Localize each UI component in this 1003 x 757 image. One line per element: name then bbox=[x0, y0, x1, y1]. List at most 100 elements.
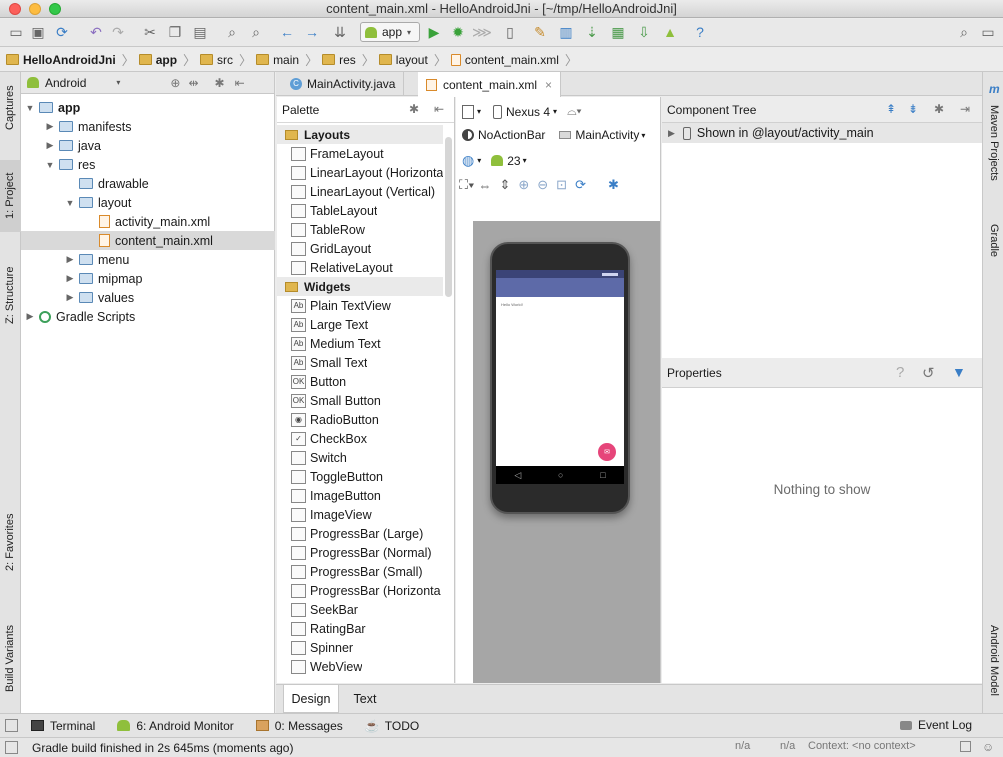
palette-item[interactable]: LinearLayout (Horizonta bbox=[277, 163, 443, 182]
component-tree-root[interactable]: ▶ Shown in @layout/activity_main bbox=[662, 123, 982, 143]
api-level-selector[interactable]: 23 bbox=[507, 154, 520, 168]
device-monitor-icon[interactable]: ▦ bbox=[608, 22, 628, 42]
breadcrumb-item[interactable]: res 〉 bbox=[322, 50, 375, 69]
palette-item[interactable]: WebView bbox=[277, 657, 443, 676]
tool-terminal[interactable]: Terminal bbox=[31, 719, 95, 733]
gear-icon[interactable]: ✱ bbox=[215, 76, 225, 90]
collapsed-arrow-icon[interactable]: ▶ bbox=[45, 140, 55, 151]
zoom-in-icon[interactable]: ⊕ bbox=[518, 177, 529, 193]
forward-icon[interactable]: → bbox=[302, 22, 322, 42]
theme-selector[interactable]: NoActionBar bbox=[478, 128, 545, 142]
locale-globe-icon[interactable]: ◍ bbox=[462, 152, 474, 169]
tool-window-captures[interactable]: Captures bbox=[0, 75, 21, 141]
tree-item[interactable]: ▼ res bbox=[21, 155, 275, 174]
tab-text[interactable]: Text bbox=[342, 685, 388, 713]
sdk-icon[interactable]: ▯ bbox=[500, 22, 520, 42]
palette-item[interactable]: ProgressBar (Large) bbox=[277, 524, 443, 543]
expanded-arrow-icon[interactable]: ▼ bbox=[25, 103, 35, 113]
save-icon[interactable]: ▣ bbox=[28, 22, 48, 42]
tree-item[interactable]: ▶ values bbox=[21, 288, 275, 307]
restore-default-icon[interactable]: ↺ bbox=[922, 364, 935, 382]
expanded-arrow-icon[interactable]: ▼ bbox=[65, 198, 75, 208]
collapse-all-icon[interactable]: ⇹ bbox=[188, 76, 198, 90]
tree-item[interactable]: ▶ menu bbox=[21, 250, 275, 269]
sync-gradle-icon[interactable]: ⇣ bbox=[582, 22, 602, 42]
palette-item[interactable]: ProgressBar (Normal) bbox=[277, 543, 443, 562]
tree-item[interactable]: ▼ layout bbox=[21, 193, 275, 212]
tree-item[interactable]: ▶ java bbox=[21, 136, 275, 155]
attach-debugger-icon[interactable]: ⋙ bbox=[472, 22, 492, 42]
tool-window-project[interactable]: 1: Project bbox=[0, 160, 21, 232]
breadcrumb-item[interactable]: app 〉 bbox=[138, 50, 196, 69]
back-icon[interactable]: ← bbox=[277, 22, 297, 42]
device-screen[interactable]: Hello World! ✉ bbox=[496, 270, 624, 466]
palette-item[interactable]: ProgressBar (Horizonta bbox=[277, 581, 443, 600]
activity-selector[interactable]: MainActivity bbox=[575, 128, 639, 142]
orientation-icon[interactable]: ⌓▾ bbox=[567, 104, 582, 119]
design-canvas[interactable]: Hello World! ✉ ◁ ○ □ bbox=[473, 221, 660, 683]
scroll-from-source-icon[interactable]: ⊕ bbox=[170, 76, 180, 90]
palette-category[interactable]: Layouts bbox=[277, 125, 443, 144]
layout-variant-icon[interactable] bbox=[462, 104, 474, 119]
palette-item[interactable]: Ab Small Text bbox=[277, 353, 443, 372]
inspector-icon[interactable]: ☺ bbox=[982, 740, 994, 754]
breadcrumb-item[interactable]: layout 〉 bbox=[378, 50, 447, 69]
tool-window-maven[interactable]: Maven Projects bbox=[983, 98, 1003, 188]
palette-item[interactable]: TableRow bbox=[277, 220, 443, 239]
avd-manager-icon[interactable]: ▥ bbox=[556, 22, 576, 42]
collapsed-arrow-icon[interactable]: ▶ bbox=[45, 121, 55, 132]
device-dropdown[interactable]: Nexus 4 bbox=[506, 105, 550, 119]
palette-item[interactable]: Ab Medium Text bbox=[277, 334, 443, 353]
project-view-dropdown[interactable]: Android bbox=[45, 76, 86, 90]
palette-item[interactable]: RelativeLayout bbox=[277, 258, 443, 277]
tool-android-monitor[interactable]: 6: Android Monitor bbox=[117, 719, 234, 733]
zoom-fit-icon[interactable]: ⛶▾ bbox=[459, 177, 474, 193]
paste-icon[interactable]: ▤ bbox=[190, 22, 210, 42]
help-icon[interactable]: ? bbox=[690, 22, 710, 42]
hide-panel-icon[interactable]: ⇥ bbox=[960, 102, 970, 116]
palette-item[interactable]: RatingBar bbox=[277, 619, 443, 638]
collapsed-arrow-icon[interactable]: ▶ bbox=[65, 254, 75, 265]
gear-icon[interactable]: ✱ bbox=[409, 102, 419, 116]
palette-item[interactable]: OK Button bbox=[277, 372, 443, 391]
breadcrumb-item[interactable]: src 〉 bbox=[200, 50, 252, 69]
tool-window-build-variants[interactable]: Build Variants bbox=[0, 610, 21, 706]
layout-toggle-icon[interactable]: ▭ bbox=[978, 22, 998, 42]
palette-item[interactable]: FrameLayout bbox=[277, 144, 443, 163]
run-config-dropdown[interactable]: app ▾ bbox=[360, 22, 420, 42]
zoom-width-icon[interactable]: ⇔ bbox=[478, 178, 491, 193]
tool-window-android-model[interactable]: Android Model bbox=[983, 618, 1003, 702]
collapsed-arrow-icon[interactable]: ▶ bbox=[65, 292, 75, 303]
zoom-actual-icon[interactable]: ⊡ bbox=[556, 177, 567, 193]
lock-icon[interactable] bbox=[960, 741, 971, 752]
palette-item[interactable]: ◉ RadioButton bbox=[277, 410, 443, 429]
zoom-height-icon[interactable]: ⇕ bbox=[499, 177, 510, 193]
tree-item[interactable]: ▶ manifests bbox=[21, 117, 275, 136]
search-icon[interactable]: ⌕ bbox=[954, 22, 974, 42]
undo-icon[interactable]: ↶ bbox=[86, 22, 106, 42]
layout-toggle-icon[interactable] bbox=[5, 719, 18, 732]
sdk-manager-icon[interactable]: ⇩ bbox=[634, 22, 654, 42]
run-icon[interactable]: ▶ bbox=[424, 22, 444, 42]
palette-item[interactable]: Ab Large Text bbox=[277, 315, 443, 334]
collapse-all-icon[interactable]: ⇟ bbox=[908, 102, 918, 116]
close-tab-icon[interactable]: × bbox=[545, 78, 552, 92]
replace-icon[interactable]: ⌕ bbox=[246, 22, 266, 42]
breadcrumb-item[interactable]: HelloAndroidJni 〉 bbox=[6, 50, 135, 69]
tool-messages[interactable]: 0: Messages bbox=[255, 719, 343, 733]
fab-mail-icon[interactable]: ✉ bbox=[598, 443, 616, 461]
tool-window-structure[interactable]: Z: Structure bbox=[0, 252, 21, 338]
open-folder-icon[interactable]: ▭ bbox=[6, 22, 26, 42]
project-structure-icon[interactable]: ✎ bbox=[530, 22, 550, 42]
sync-icon[interactable]: ⟳ bbox=[52, 22, 72, 42]
tab-content-main[interactable]: content_main.xml × bbox=[418, 72, 562, 97]
palette-item[interactable]: TableLayout bbox=[277, 201, 443, 220]
breadcrumb-item[interactable]: content_main.xml 〉 bbox=[450, 50, 578, 69]
find-icon[interactable]: ⌕ bbox=[222, 22, 242, 42]
tree-item[interactable]: activity_main.xml bbox=[21, 212, 275, 231]
tool-window-gradle[interactable]: Gradle bbox=[983, 216, 1003, 266]
status-toggle-icon[interactable] bbox=[5, 741, 18, 754]
palette-item[interactable]: ProgressBar (Small) bbox=[277, 562, 443, 581]
palette-item[interactable]: ImageView bbox=[277, 505, 443, 524]
hide-panel-icon[interactable]: ⇤ bbox=[434, 102, 444, 116]
